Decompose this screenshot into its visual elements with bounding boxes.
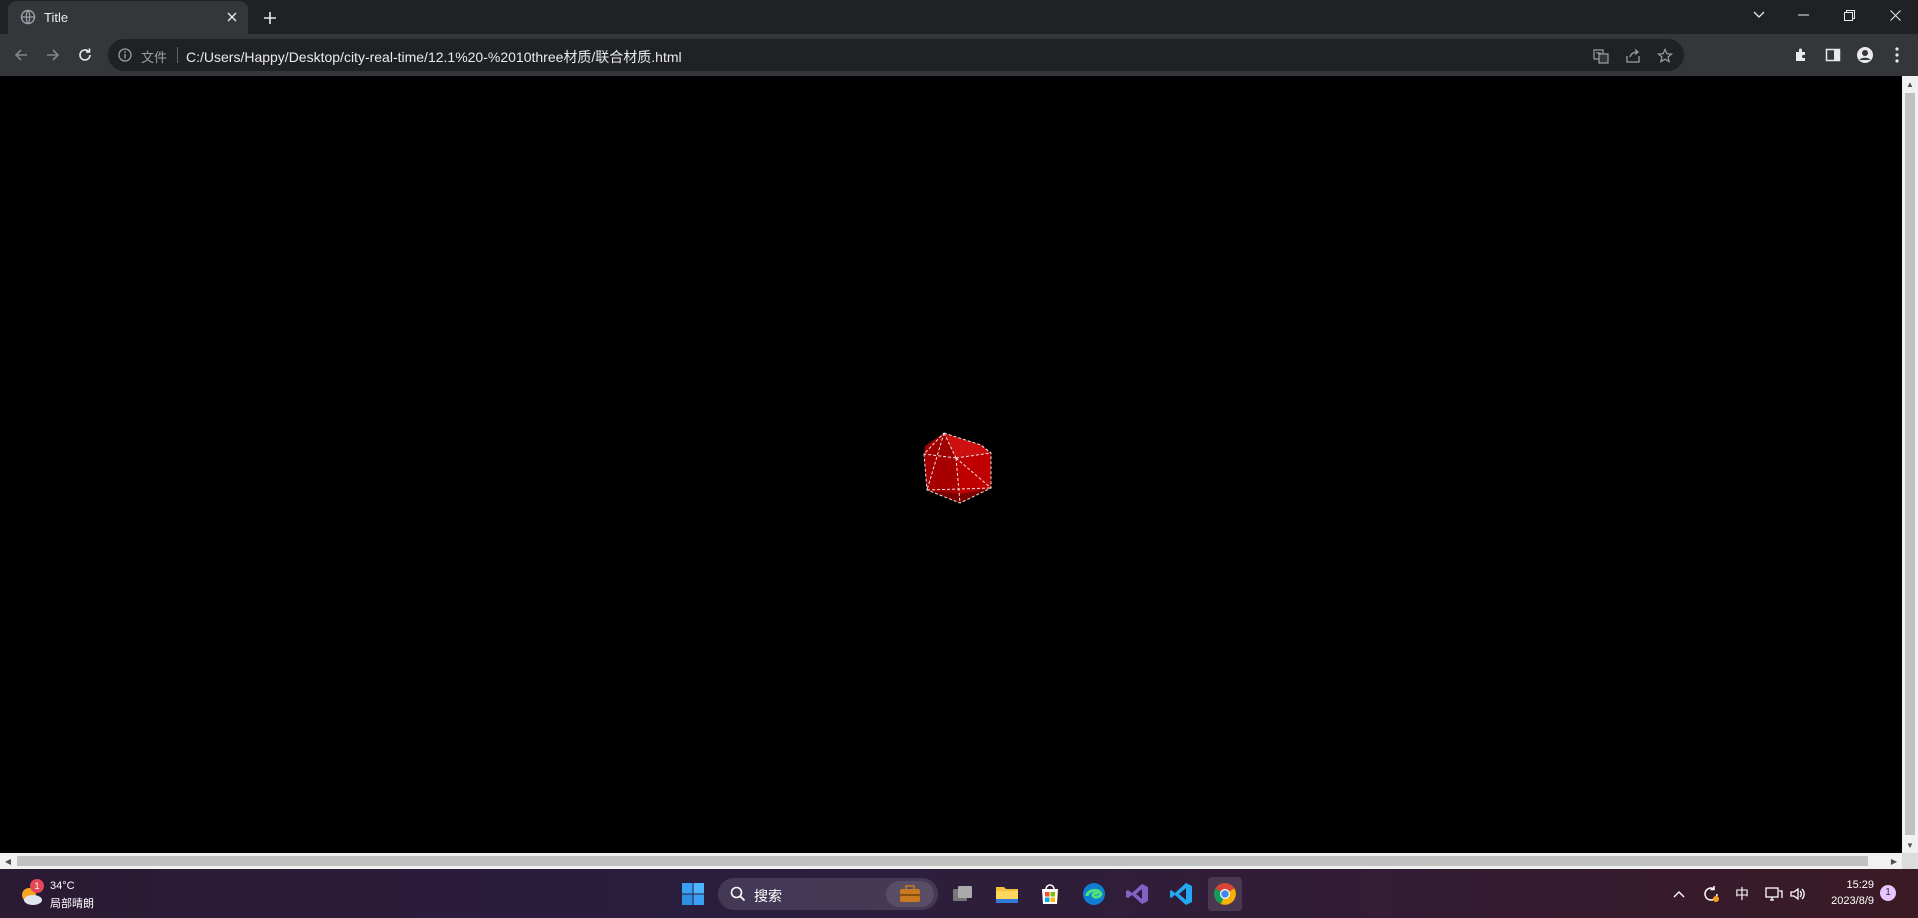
vertical-scrollbar[interactable]: ▲ ▼ [1902,76,1918,853]
info-icon[interactable] [117,47,133,63]
chrome-icon[interactable] [1208,877,1242,911]
weather-widget[interactable]: 1 34°C 局部晴朗 [16,879,136,911]
security-chip[interactable]: 文件 [141,47,167,66]
horizontal-scroll-thumb[interactable] [17,856,1868,866]
omnibox-divider [177,47,178,63]
profile-icon[interactable] [1855,45,1875,65]
address-bar[interactable]: 文件 C:/Users/Happy/Desktop/city-real-time… [108,39,1684,71]
edge-browser-icon[interactable] [1077,877,1111,911]
search-highlight-briefcase-icon [886,881,934,907]
search-icon [730,886,746,907]
menu-kebab-icon[interactable] [1887,45,1907,65]
tab-strip: Title [0,0,1918,34]
bookmark-star-icon[interactable] [1656,47,1674,65]
network-icon[interactable] [1763,883,1785,905]
notification-badge[interactable]: 1 [1880,885,1896,901]
file-explorer-icon[interactable] [990,877,1024,911]
ime-indicator[interactable]: 中 [1731,883,1753,905]
scroll-down-arrow-icon[interactable]: ▼ [1902,837,1918,853]
visual-studio-icon[interactable] [1120,877,1154,911]
share-icon[interactable] [1624,47,1642,65]
vscode-icon[interactable] [1164,877,1198,911]
reload-button[interactable] [73,43,97,67]
weather-condition: 局部晴朗 [50,898,94,910]
vertical-scroll-thumb[interactable] [1905,93,1915,835]
weather-temp: 34°C [50,880,75,892]
clock-time: 15:29 [1846,879,1874,891]
minimize-button[interactable] [1780,0,1826,30]
taskbar-search[interactable]: 搜索 [718,878,938,910]
volume-icon[interactable] [1787,883,1809,905]
task-view-icon[interactable] [946,877,980,911]
globe-icon [20,9,36,25]
scrollbar-corner [1902,853,1918,869]
close-window-button[interactable] [1872,0,1918,30]
clock-date: 2023/8/9 [1831,895,1874,907]
webgl-canvas[interactable] [0,76,1902,853]
search-label: 搜索 [754,888,782,904]
translate-icon[interactable] [1592,47,1610,65]
tab-active[interactable]: Title [8,1,248,34]
side-panel-icon[interactable] [1823,45,1843,65]
start-button[interactable] [676,877,710,911]
browser-toolbar: 文件 C:/Users/Happy/Desktop/city-real-time… [0,34,1918,76]
scroll-up-arrow-icon[interactable]: ▲ [1902,76,1918,92]
system-clock[interactable]: 15:29 2023/8/9 [1814,877,1874,909]
url-text[interactable]: C:/Users/Happy/Desktop/city-real-time/12… [186,47,682,67]
sync-update-icon[interactable] [1700,883,1722,905]
scroll-left-arrow-icon[interactable]: ◀ [0,853,16,869]
tab-title: Title [44,10,69,25]
tab-search-button[interactable] [1736,0,1782,30]
horizontal-scrollbar[interactable]: ◀ ▶ [0,853,1902,869]
forward-button[interactable] [41,43,65,67]
taskbar: 1 34°C 局部晴朗 搜索 中 15:29 2023/8/9 1 [0,869,1918,918]
new-tab-button[interactable] [258,6,282,30]
weather-badge: 1 [30,879,44,893]
scroll-right-arrow-icon[interactable]: ▶ [1886,853,1902,869]
scene-render [923,432,992,504]
extensions-icon[interactable] [1791,45,1811,65]
close-icon[interactable] [222,7,242,27]
back-button[interactable] [9,43,33,67]
microsoft-store-icon[interactable] [1033,877,1067,911]
restore-button[interactable] [1826,0,1872,30]
red-cube [923,432,992,504]
tray-overflow-chevron-icon[interactable] [1668,883,1690,905]
